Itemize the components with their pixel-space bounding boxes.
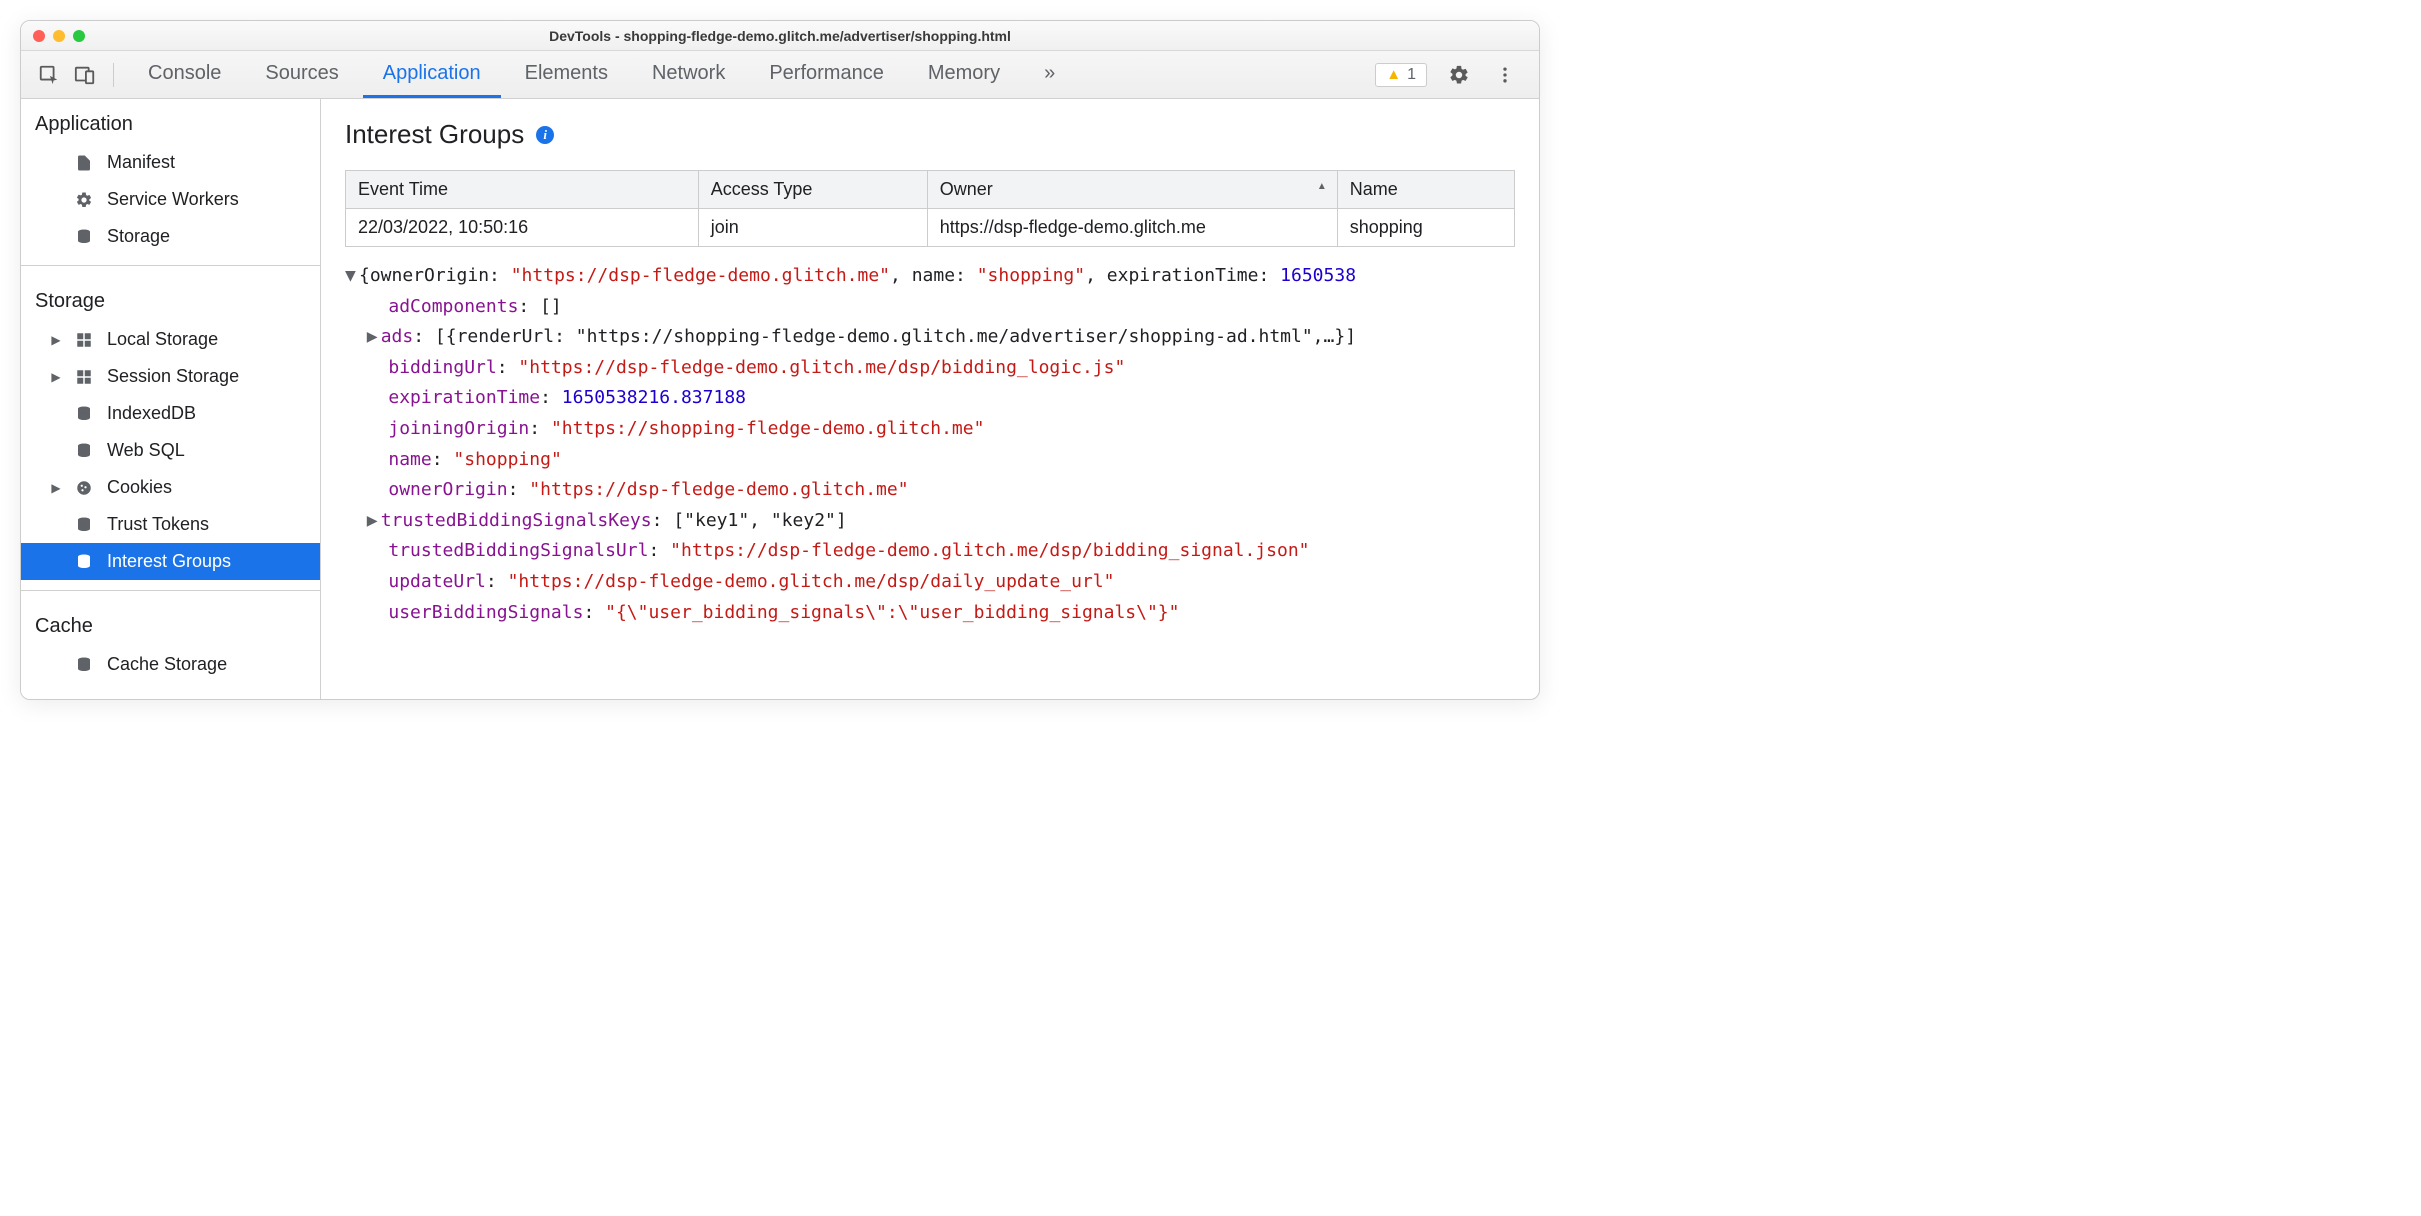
sidebar-item-label: Web SQL: [107, 440, 185, 461]
tab-elements[interactable]: Elements: [505, 51, 628, 98]
sidebar-section-cache: Cache: [21, 601, 320, 646]
database-icon: [75, 405, 95, 423]
database-icon: [75, 553, 95, 571]
toolbar-right: ▲ 1: [1375, 61, 1519, 89]
database-icon: [75, 516, 95, 534]
document-icon: [75, 154, 95, 172]
top-toolbar: Console Sources Application Elements Net…: [21, 51, 1539, 99]
grid-icon: [75, 331, 95, 349]
inspect-element-icon[interactable]: [35, 61, 63, 89]
chevron-right-icon[interactable]: ▶: [49, 481, 63, 495]
tab-network[interactable]: Network: [632, 51, 745, 98]
tabs-overflow-icon[interactable]: »: [1024, 51, 1075, 98]
sidebar-item-storage-overview[interactable]: Storage: [21, 218, 320, 255]
col-access-type[interactable]: Access Type: [698, 171, 927, 209]
tab-console[interactable]: Console: [128, 51, 241, 98]
warning-icon: ▲: [1386, 66, 1401, 83]
devtools-window: DevTools - shopping-fledge-demo.glitch.m…: [20, 20, 1540, 700]
sidebar-item-cache-storage[interactable]: Cache Storage: [21, 646, 320, 683]
sidebar-item-interest-groups[interactable]: Interest Groups: [21, 543, 320, 580]
sidebar-item-label: Cookies: [107, 477, 172, 498]
sidebar-item-label: Cache Storage: [107, 654, 227, 675]
cell-access-type: join: [698, 209, 927, 247]
tab-performance[interactable]: Performance: [749, 51, 904, 98]
info-icon[interactable]: i: [536, 126, 554, 144]
chevron-right-icon[interactable]: ▶: [367, 506, 381, 537]
window-title: DevTools - shopping-fledge-demo.glitch.m…: [21, 28, 1539, 44]
tab-application[interactable]: Application: [363, 51, 501, 98]
col-owner[interactable]: Owner▲: [927, 171, 1337, 209]
sidebar-item-label: Interest Groups: [107, 551, 231, 572]
toolbar-separator: [113, 63, 114, 87]
traffic-lights: [33, 30, 85, 42]
device-toolbar-icon[interactable]: [71, 61, 99, 89]
col-event-time[interactable]: Event Time: [346, 171, 699, 209]
chevron-right-icon[interactable]: ▶: [367, 322, 381, 353]
chevron-right-icon[interactable]: ▶: [49, 333, 63, 347]
sidebar-item-indexeddb[interactable]: IndexedDB: [21, 395, 320, 432]
sidebar-item-label: Storage: [107, 226, 170, 247]
close-window-button[interactable]: [33, 30, 45, 42]
chevron-down-icon[interactable]: ▼: [345, 261, 359, 292]
sidebar-item-label: Manifest: [107, 152, 175, 173]
sidebar-item-label: Local Storage: [107, 329, 218, 350]
warnings-count: 1: [1407, 66, 1416, 84]
main-split: Application Manifest Service Workers: [21, 99, 1539, 699]
json-details[interactable]: ▼{ownerOrigin: "https://dsp-fledge-demo.…: [345, 247, 1539, 648]
sidebar-item-label: Service Workers: [107, 189, 239, 210]
interest-groups-table: Event Time Access Type Owner▲ Name 22/03…: [345, 170, 1515, 247]
maximize-window-button[interactable]: [73, 30, 85, 42]
gear-icon: [75, 191, 95, 209]
minimize-window-button[interactable]: [53, 30, 65, 42]
panel-tabs: Console Sources Application Elements Net…: [128, 51, 1367, 98]
sidebar-item-session-storage[interactable]: ▶ Session Storage: [21, 358, 320, 395]
sidebar-section-storage: Storage: [21, 276, 320, 321]
cell-owner: https://dsp-fledge-demo.glitch.me: [927, 209, 1337, 247]
settings-icon[interactable]: [1445, 61, 1473, 89]
database-icon: [75, 656, 95, 674]
sidebar-item-trust-tokens[interactable]: Trust Tokens: [21, 506, 320, 543]
cookie-icon: [75, 479, 95, 497]
content-pane: Interest Groups i Event Time Access Type…: [321, 99, 1539, 699]
grid-icon: [75, 368, 95, 386]
sidebar-item-cookies[interactable]: ▶ Cookies: [21, 469, 320, 506]
database-icon: [75, 228, 95, 246]
database-icon: [75, 442, 95, 460]
application-sidebar: Application Manifest Service Workers: [21, 99, 321, 699]
content-heading: Interest Groups i: [345, 119, 1539, 150]
sidebar-item-label: IndexedDB: [107, 403, 196, 424]
sidebar-item-label: Session Storage: [107, 366, 239, 387]
sidebar-item-service-workers[interactable]: Service Workers: [21, 181, 320, 218]
titlebar: DevTools - shopping-fledge-demo.glitch.m…: [21, 21, 1539, 51]
cell-event-time: 22/03/2022, 10:50:16: [346, 209, 699, 247]
table-row[interactable]: 22/03/2022, 10:50:16 join https://dsp-fl…: [346, 209, 1515, 247]
chevron-right-icon[interactable]: ▶: [49, 370, 63, 384]
tab-memory[interactable]: Memory: [908, 51, 1020, 98]
sort-asc-icon: ▲: [1317, 181, 1327, 192]
more-options-icon[interactable]: [1491, 61, 1519, 89]
col-name[interactable]: Name: [1337, 171, 1514, 209]
warnings-badge[interactable]: ▲ 1: [1375, 63, 1427, 87]
sidebar-item-web-sql[interactable]: Web SQL: [21, 432, 320, 469]
sidebar-section-application: Application: [21, 99, 320, 144]
tab-sources[interactable]: Sources: [245, 51, 358, 98]
sidebar-item-manifest[interactable]: Manifest: [21, 144, 320, 181]
cell-name: shopping: [1337, 209, 1514, 247]
sidebar-item-label: Trust Tokens: [107, 514, 209, 535]
sidebar-item-local-storage[interactable]: ▶ Local Storage: [21, 321, 320, 358]
